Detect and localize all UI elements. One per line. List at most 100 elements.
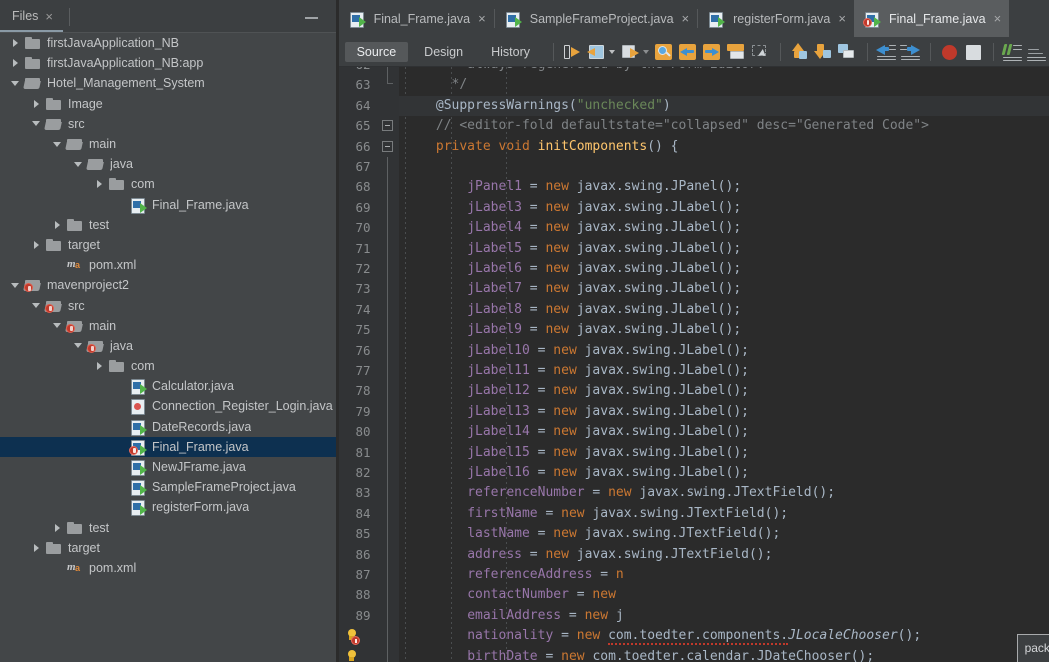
next-bookmark-icon[interactable] [812,41,835,63]
maven-badge-icon [66,323,75,333]
code-token: new [545,322,577,338]
collapse-arrow-icon[interactable] [48,141,66,147]
file-tree[interactable]: firstJavaApplication_NB firstJavaApplicat… [0,32,336,662]
tree-item-java[interactable]: java [0,336,336,356]
chevron-down-icon[interactable] [609,49,615,54]
expand-arrow-icon[interactable] [6,59,24,68]
tree-item-test[interactable]: test [0,215,336,235]
collapse-arrow-icon[interactable] [48,323,66,329]
expand-arrow-icon[interactable] [90,362,108,371]
editor-tab-close-icon[interactable]: × [682,11,690,26]
view-tab-source[interactable]: Source [344,41,409,62]
tree-item-main[interactable]: main [0,134,336,154]
toolbar-divider-4 [930,42,931,61]
expand-arrow-icon[interactable] [27,240,45,249]
tree-item-main[interactable]: main [0,316,336,336]
tree-item-firstjavaapplication-nb[interactable]: firstJavaApplication_NB [0,33,336,53]
tree-item-target[interactable]: target [0,235,336,255]
code-token: private void [435,138,538,154]
expand-arrow-icon[interactable] [27,543,45,552]
comment-block-icon[interactable] [1001,41,1024,63]
code-token: javax.swing.JLabel(); [584,363,749,378]
tree-item-final-frame-java[interactable]: Final_Frame.java [0,195,336,215]
tree-item-label: Calculator.java [152,379,234,394]
previous-bookmark-icon[interactable] [788,41,811,63]
collapse-arrow-icon[interactable] [69,161,87,167]
minimize-window-button[interactable] [304,17,318,19]
editor-tab-1[interactable]: SampleFrameProject.java × [495,0,697,37]
shift-line-left-icon[interactable] [585,41,608,63]
editor-tab-close-icon[interactable]: × [994,11,1002,26]
tree-item-test[interactable]: test [0,518,336,538]
code-token: j [615,607,624,623]
tree-item-daterecords-java[interactable]: DateRecords.java [0,417,336,437]
uncomment-block-icon[interactable] [1025,41,1048,63]
expand-arrow-icon[interactable] [48,523,66,532]
collapse-arrow-icon[interactable] [27,121,45,127]
comment-icon[interactable] [619,41,642,63]
tree-item-calculator-java[interactable]: Calculator.java [0,376,336,396]
tree-item-registerform-java[interactable]: registerForm.java [0,497,336,517]
expand-arrow-icon[interactable] [48,220,66,229]
editor-tab-close-icon[interactable]: × [838,11,846,26]
tree-item-final-frame-java[interactable]: Final_Frame.java [0,436,336,457]
code-token: = [529,526,554,542]
tree-item-src[interactable]: src [0,114,336,134]
shift-right-icon[interactable] [899,41,922,63]
tree-item-pom-xml[interactable]: m a pom.xml [0,558,336,578]
code-token: (); [897,628,922,644]
tree-item-pom-xml[interactable]: m a pom.xml [0,255,336,275]
files-tab[interactable]: Files × [0,2,63,32]
tree-item-com[interactable]: com [0,356,336,376]
toggle-highlight-icon[interactable] [725,41,748,63]
chevron-down-icon-2[interactable] [643,49,649,54]
collapse-arrow-icon[interactable] [69,343,87,349]
tree-item-mavenproject2[interactable]: mavenproject2 [0,275,336,295]
tree-item-src[interactable]: src [0,295,336,315]
editor-tab-2[interactable]: registerForm.java × [698,0,854,37]
hint-error-bulb-icon[interactable] [345,629,360,646]
view-tab-history[interactable]: History [479,42,542,62]
collapse-arrow-icon[interactable] [27,303,45,309]
editor-tab-3[interactable]: Final_Frame.java × [853,0,1010,37]
collapse-arrow-icon[interactable] [6,282,24,288]
fold-marker-66[interactable] [381,140,393,152]
hint-bulb-icon[interactable] [345,649,359,662]
code-fold-column[interactable] [376,67,399,662]
start-macro-recording-icon[interactable] [938,41,961,63]
toggle-rectangular-selection-icon[interactable] [749,41,772,63]
tree-item-hotel-management-system[interactable]: Hotel_Management_System [0,73,336,93]
stop-macro-recording-icon[interactable] [962,41,985,63]
collapse-arrow-icon[interactable] [6,80,24,86]
find-selection-icon[interactable] [653,41,676,63]
find-next-icon[interactable] [701,41,724,63]
code-line: jLabel9 = new javax.swing.JLabel(); [405,320,741,340]
code-text-area[interactable]: * always regenerated by the Form Editor.… [398,67,1049,662]
editor-tab-close-icon[interactable]: × [478,11,486,26]
tree-item-connection-register-login-java[interactable]: Connection_Register_Login.java [0,396,336,416]
tree-item-target[interactable]: target [0,538,336,558]
tree-item-newjframe-java[interactable]: NewJFrame.java [0,457,336,477]
folder-closed-icon [108,176,126,192]
expand-arrow-icon[interactable] [90,180,108,189]
expand-arrow-icon[interactable] [27,99,45,108]
shift-left-icon[interactable] [875,41,898,63]
fold-marker-65[interactable] [381,120,393,132]
tree-item-label: src [68,298,85,313]
find-previous-icon[interactable] [677,41,700,63]
expand-arrow-icon[interactable] [6,39,24,48]
tree-item-sampleframeproject-java[interactable]: SampleFrameProject.java [0,477,336,497]
tree-item-java[interactable]: java [0,154,336,174]
code-editor[interactable]: 62 63 64 65 66 67 68 69 70 71 72 73 74 75 76 77 78 79 80 81… [338,67,1049,662]
last-edit-icon[interactable] [561,41,584,63]
view-tab-design[interactable]: Design [412,42,475,62]
tree-item-image[interactable]: Image [0,94,336,114]
close-icon[interactable]: × [45,10,53,23]
toggle-bookmark-icon[interactable] [836,41,859,63]
tree-item-com[interactable]: com [0,174,336,194]
editor-tab-0[interactable]: Final_Frame.java × [339,0,494,37]
tree-item-firstjavaapplication-nb-app[interactable]: firstJavaApplication_NB:app [0,53,336,73]
